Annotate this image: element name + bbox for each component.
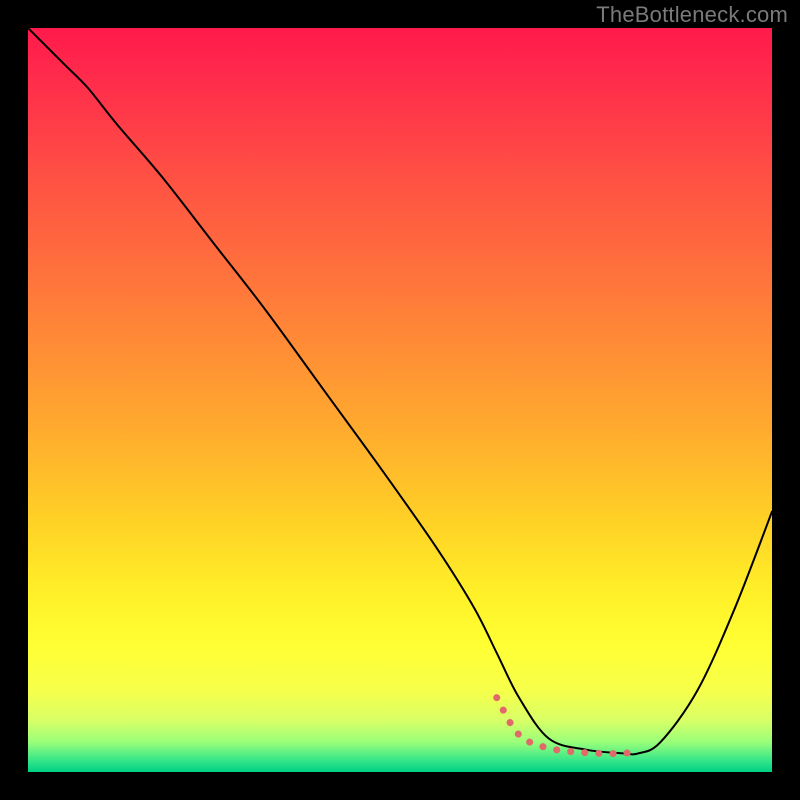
plot-area bbox=[28, 28, 772, 772]
chart-svg bbox=[28, 28, 772, 772]
watermark-text: TheBottleneck.com bbox=[596, 2, 788, 28]
chart-frame: TheBottleneck.com bbox=[0, 0, 800, 800]
gradient-bg bbox=[28, 28, 772, 772]
